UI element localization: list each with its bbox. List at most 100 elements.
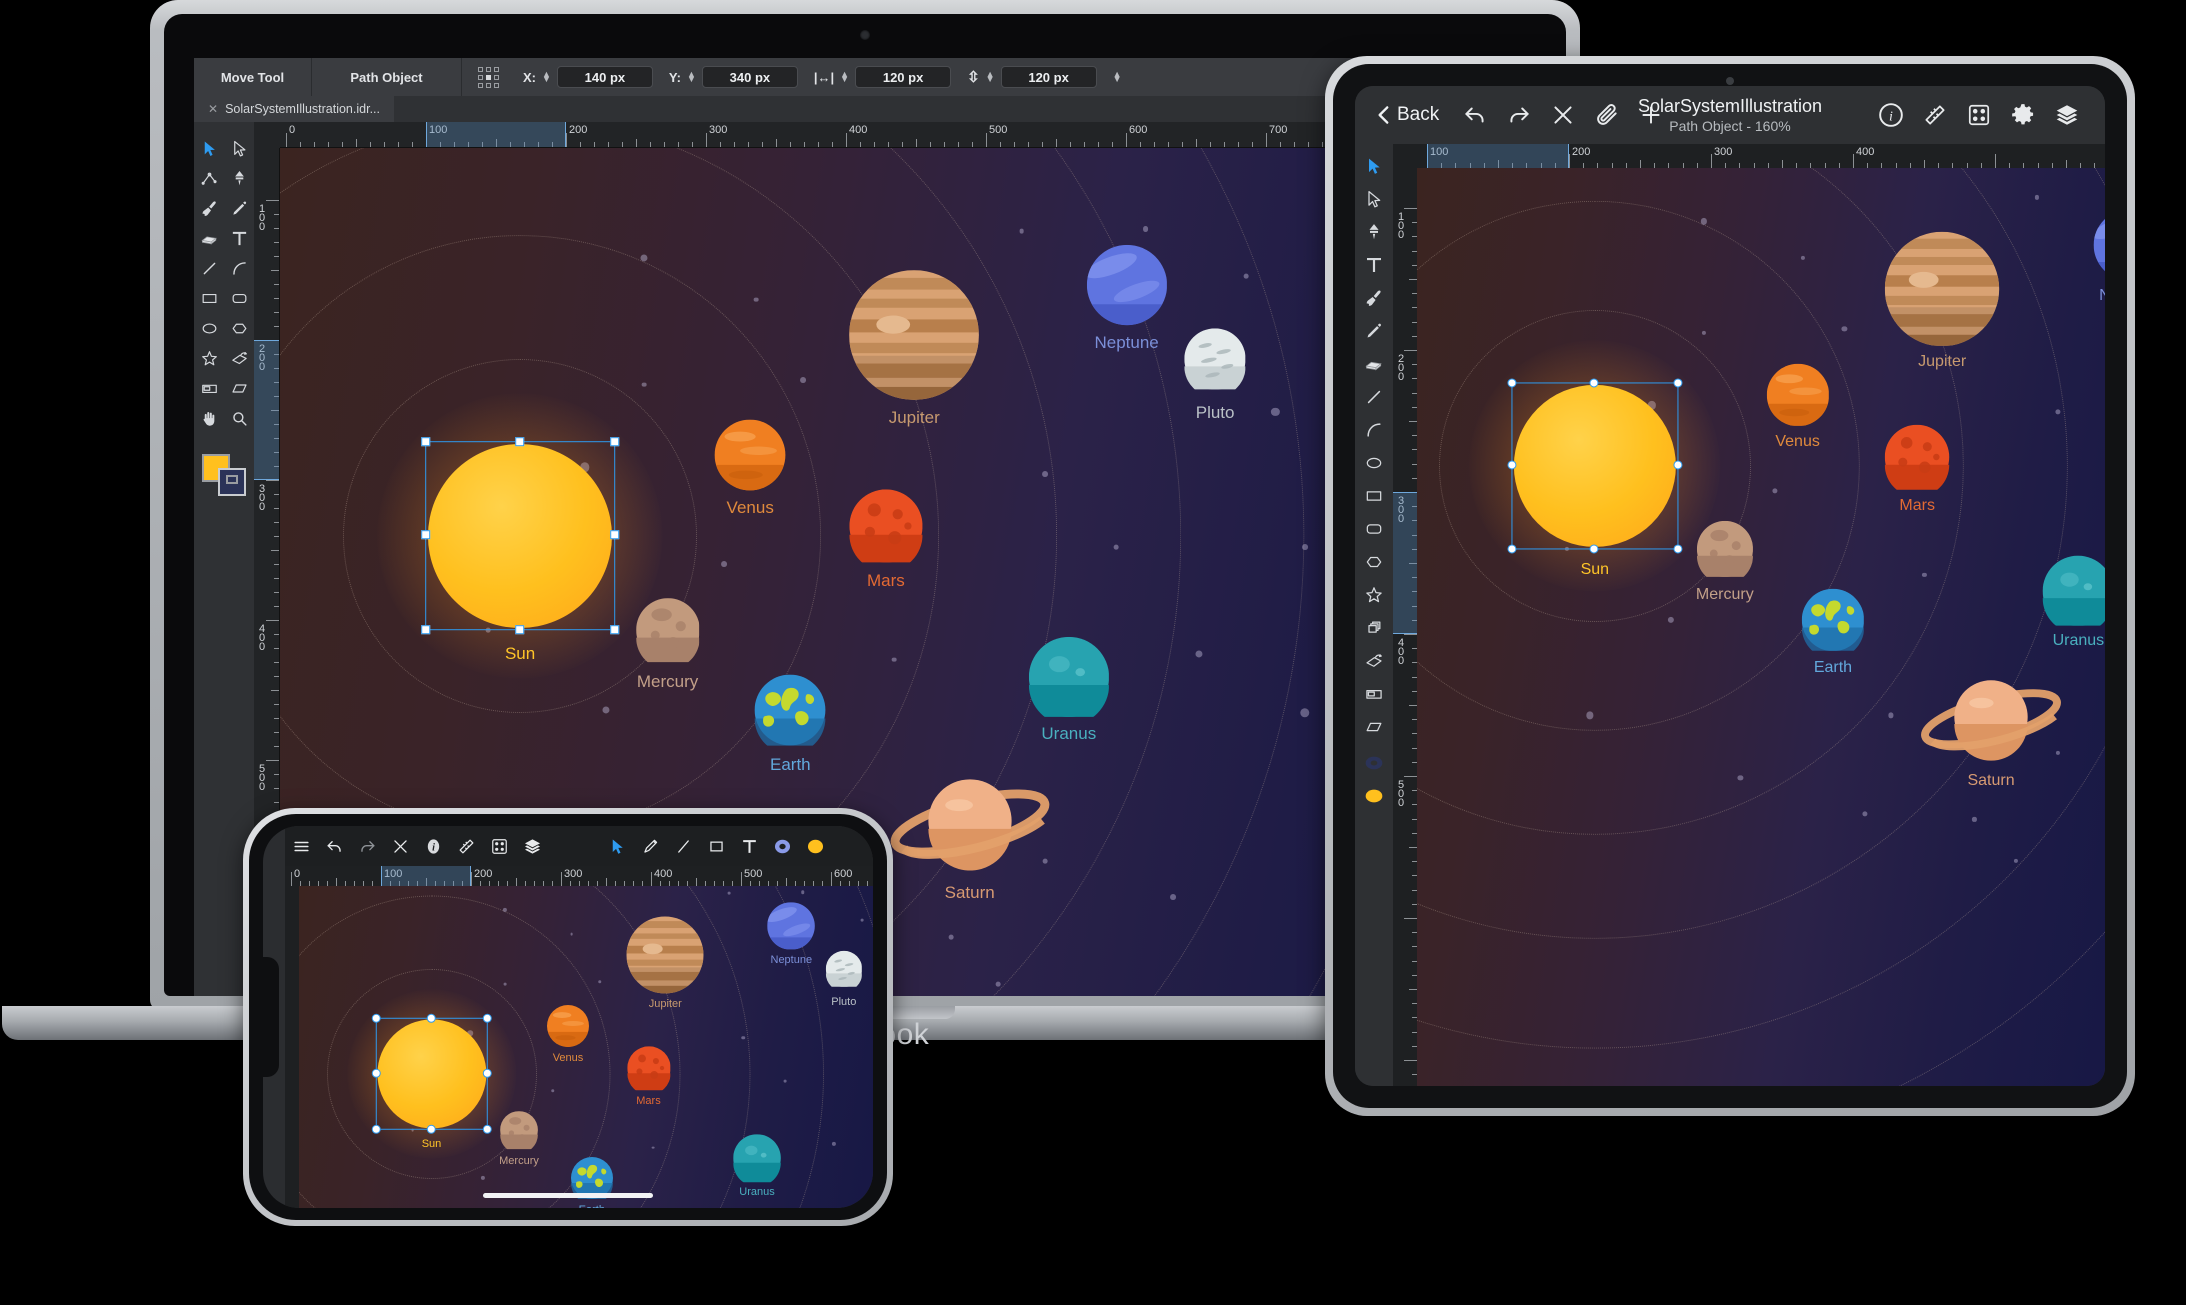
- planet-uranus[interactable]: [2043, 555, 2105, 633]
- redo-icon[interactable]: [351, 826, 384, 866]
- shear-tool[interactable]: [224, 376, 254, 406]
- y-stepper-icon[interactable]: ▲ ▼: [687, 70, 696, 84]
- planet-venus[interactable]: [714, 419, 786, 491]
- y-value[interactable]: 340 px: [701, 66, 798, 88]
- star-tool[interactable]: [1357, 581, 1391, 614]
- info-icon[interactable]: i: [1869, 93, 1913, 137]
- redo-icon[interactable]: [1497, 93, 1541, 137]
- brush-tool[interactable]: [1357, 284, 1391, 317]
- undo-icon[interactable]: [318, 826, 351, 866]
- info-icon[interactable]: i: [417, 826, 450, 866]
- color-swatches[interactable]: [202, 454, 248, 496]
- resize-handle[interactable]: [421, 530, 431, 540]
- ruler-icon[interactable]: [450, 826, 483, 866]
- planet-jupiter[interactable]: [1884, 231, 2000, 347]
- planet-uranus[interactable]: [733, 1134, 781, 1187]
- stroke-swatch[interactable]: [766, 826, 799, 866]
- planet-saturn[interactable]: [889, 772, 1050, 871]
- resize-handle[interactable]: [1507, 378, 1517, 388]
- move-tool[interactable]: [1357, 152, 1391, 185]
- y-position-field[interactable]: Y: ▲ ▼ 340 px: [661, 66, 806, 88]
- select-tool[interactable]: [1357, 185, 1391, 218]
- planet-mars[interactable]: [849, 489, 923, 572]
- pencil-tool[interactable]: [1357, 317, 1391, 350]
- ipad-vertical-ruler[interactable]: 100 200 300 400 500: [1393, 168, 1417, 1086]
- planet-mars[interactable]: [1884, 425, 1950, 498]
- hand-tool[interactable]: [194, 406, 224, 436]
- arc-tool[interactable]: [224, 256, 254, 286]
- gear-icon[interactable]: [2001, 93, 2045, 137]
- resize-handle[interactable]: [371, 1069, 381, 1078]
- ellipse-tool[interactable]: [194, 316, 224, 346]
- back-chevron-icon[interactable]: [1371, 93, 1397, 137]
- document-tab[interactable]: ✕ SolarSystemIllustration.idr...: [194, 96, 394, 122]
- planet-earth[interactable]: [754, 674, 826, 755]
- width-field[interactable]: |↔| ▲ ▼ 120 px: [806, 66, 959, 88]
- resize-handle[interactable]: [1589, 378, 1599, 388]
- pencil-tool[interactable]: [634, 826, 667, 866]
- stroke-swatch[interactable]: [1357, 746, 1391, 779]
- eraser-tool[interactable]: [194, 226, 224, 256]
- iphone-horizontal-ruler[interactable]: 0 100 200 300 400 500 600: [285, 866, 873, 886]
- planet-jupiter[interactable]: [626, 916, 704, 994]
- selection-bounding-box[interactable]: [1507, 378, 1683, 554]
- spiral-tool[interactable]: [224, 346, 254, 376]
- rectangle-tool[interactable]: [194, 286, 224, 316]
- active-tool-label[interactable]: Move Tool: [194, 58, 312, 96]
- resize-handle[interactable]: [421, 436, 431, 446]
- object-type-label[interactable]: Path Object: [312, 58, 462, 96]
- planet-pluto[interactable]: [1184, 327, 1246, 397]
- ipad-canvas[interactable]: Sun Mercury Venus Earth Mars Jupiter Sat…: [1417, 168, 2105, 1086]
- height-stepper-icon[interactable]: ▲ ▼: [986, 70, 995, 84]
- move-tool[interactable]: [601, 826, 634, 866]
- resize-handle[interactable]: [426, 1013, 436, 1023]
- resize-handle[interactable]: [1673, 460, 1683, 470]
- move-tool[interactable]: [194, 136, 224, 166]
- rectangle-tool[interactable]: [700, 826, 733, 866]
- close-icon[interactable]: [384, 826, 417, 866]
- iphone-canvas[interactable]: Sun Mercury Venus Mars Jupiter Uranus Ne…: [299, 886, 873, 1208]
- planet-mercury[interactable]: [500, 1111, 538, 1154]
- rounded-rectangle-tool[interactable]: [224, 286, 254, 316]
- height-value[interactable]: 120 px: [1000, 66, 1097, 88]
- layers-icon[interactable]: [2045, 93, 2089, 137]
- planet-uranus[interactable]: [1028, 637, 1109, 726]
- selection-bounding-box[interactable]: [421, 436, 619, 635]
- fill-swatch[interactable]: [1357, 779, 1391, 812]
- x-value[interactable]: 140 px: [556, 66, 653, 88]
- ellipse-tool[interactable]: [1357, 449, 1391, 482]
- planet-mars[interactable]: [626, 1046, 671, 1096]
- layers-icon[interactable]: [516, 826, 549, 866]
- slice-tool[interactable]: [1357, 680, 1391, 713]
- node-tool[interactable]: [194, 166, 224, 196]
- width-value[interactable]: 120 px: [855, 66, 952, 88]
- menu-icon[interactable]: [285, 826, 318, 866]
- home-indicator[interactable]: [483, 1193, 653, 1198]
- resize-handle[interactable]: [1589, 544, 1599, 554]
- rotation-stepper[interactable]: ▲ ▼: [1105, 70, 1130, 84]
- polygon-tool[interactable]: [224, 316, 254, 346]
- polygon-tool[interactable]: [1357, 548, 1391, 581]
- height-field[interactable]: ⇳ ▲ ▼ 120 px: [959, 66, 1105, 88]
- shear-tool[interactable]: [1357, 713, 1391, 746]
- x-stepper-icon[interactable]: ▲ ▼: [542, 70, 551, 84]
- arc-tool[interactable]: [1357, 416, 1391, 449]
- close-icon[interactable]: ✕: [208, 102, 218, 116]
- spiral-tool[interactable]: [1357, 647, 1391, 680]
- resize-handle[interactable]: [515, 436, 525, 446]
- grid-icon[interactable]: [1957, 93, 2001, 137]
- text-tool[interactable]: [733, 826, 766, 866]
- back-label[interactable]: Back: [1397, 104, 1439, 126]
- planet-venus[interactable]: [547, 1005, 589, 1048]
- planet-mercury[interactable]: [1696, 520, 1753, 584]
- fill-swatch[interactable]: [799, 826, 832, 866]
- stroke-swatch[interactable]: [218, 468, 246, 496]
- pen-tool[interactable]: [1357, 218, 1391, 251]
- planet-jupiter[interactable]: [849, 270, 980, 400]
- brush-tool[interactable]: [194, 196, 224, 226]
- resize-handle[interactable]: [1507, 460, 1517, 470]
- pencil-tool[interactable]: [224, 196, 254, 226]
- slice-tool[interactable]: [194, 376, 224, 406]
- x-position-field[interactable]: X: ▲ ▼ 140 px: [515, 66, 661, 88]
- undo-icon[interactable]: [1453, 93, 1497, 137]
